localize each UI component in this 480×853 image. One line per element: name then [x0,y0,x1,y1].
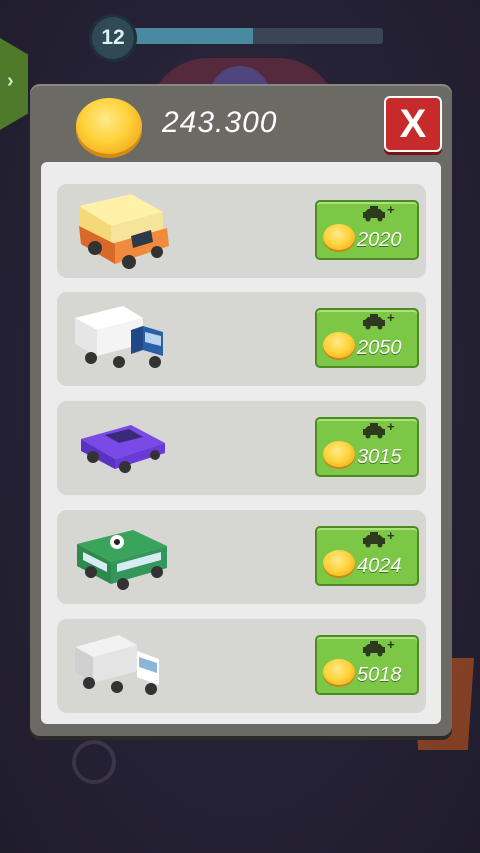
shop-item-row: +2050 [57,292,426,386]
buy-vehicle-button[interactable]: +3015 [315,417,419,477]
coin-balance: 243.300 [162,106,278,139]
coin-icon [323,659,355,685]
green-minibus-icon [71,518,171,596]
shop-item-row: +5018 [57,619,426,713]
coin-icon [323,332,355,358]
taxi-icon [361,641,387,657]
plus-icon: + [387,419,395,434]
price-label: 2050 [357,337,402,359]
close-button[interactable]: X [384,96,442,152]
level-progress-bar [128,28,383,44]
buy-vehicle-button[interactable]: +4024 [315,526,419,586]
plus-icon: + [387,310,395,325]
buy-vehicle-button[interactable]: +2050 [315,308,419,368]
box-truck-blue-cab-icon [71,300,171,378]
taxi-icon [361,206,387,222]
price-label: 4024 [357,555,402,577]
coin-icon [323,550,355,576]
coin-icon [323,441,355,467]
shop-item-row: +2020 [57,184,426,278]
level-number: 12 [101,26,125,49]
coin-icon [76,98,142,154]
close-icon: X [399,102,427,146]
buy-vehicle-button[interactable]: +5018 [315,635,419,695]
shop-item-row: +3015 [57,401,426,495]
purple-sedan-icon [71,409,171,487]
plus-icon: + [387,528,395,543]
shop-item-row: +4024 [57,510,426,604]
taxi-icon [361,314,387,330]
side-menu-arrow-icon: › [7,70,14,92]
price-label: 2020 [357,229,402,251]
plus-icon: + [387,202,395,217]
taxi-icon [361,423,387,439]
level-progress-fill [128,28,253,44]
plus-icon: + [387,637,395,652]
taxi-icon [361,532,387,548]
price-label: 5018 [357,664,402,686]
background-ring [72,740,116,784]
camper-van-icon [71,192,171,270]
buy-vehicle-button[interactable]: +2020 [315,200,419,260]
level-badge: 12 [92,17,134,59]
white-delivery-truck-icon [71,627,171,705]
coin-icon [323,224,355,250]
price-label: 3015 [357,446,402,468]
